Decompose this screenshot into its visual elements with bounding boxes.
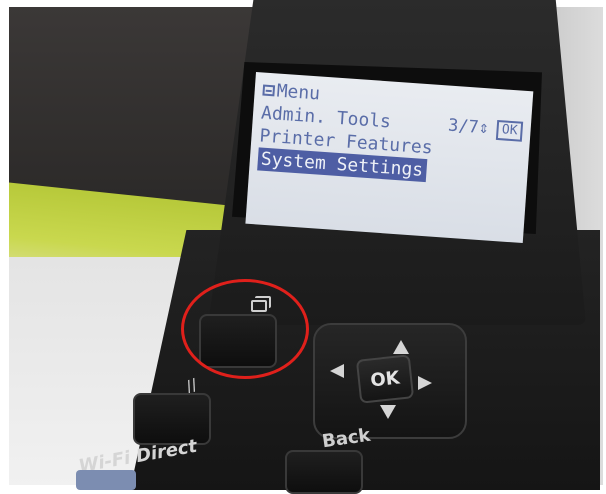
lcd-page-indicator: 3/7⇕ (447, 115, 489, 141)
arrow-down-icon[interactable] (380, 405, 396, 419)
arrow-up-icon[interactable] (393, 340, 409, 354)
lcd-menu-title: Menu (275, 80, 321, 105)
page-indicator-text: 3/7 (447, 115, 480, 138)
lcd-ok-badge: OK (496, 119, 524, 142)
scroll-arrows-icon: ⇕ (478, 117, 490, 139)
lcd-screen: Menu Admin. Tools 3/7⇕ OK Printer Featur… (245, 72, 534, 244)
back-button[interactable] (285, 450, 363, 494)
ok-button[interactable]: OK (355, 354, 415, 404)
highlight-circle (181, 279, 309, 379)
clear-button[interactable] (133, 393, 211, 445)
arrow-left-icon[interactable] (330, 364, 344, 378)
wifi-direct-button[interactable] (76, 470, 136, 490)
arrow-right-icon[interactable] (418, 376, 432, 390)
menu-icon (262, 84, 276, 97)
